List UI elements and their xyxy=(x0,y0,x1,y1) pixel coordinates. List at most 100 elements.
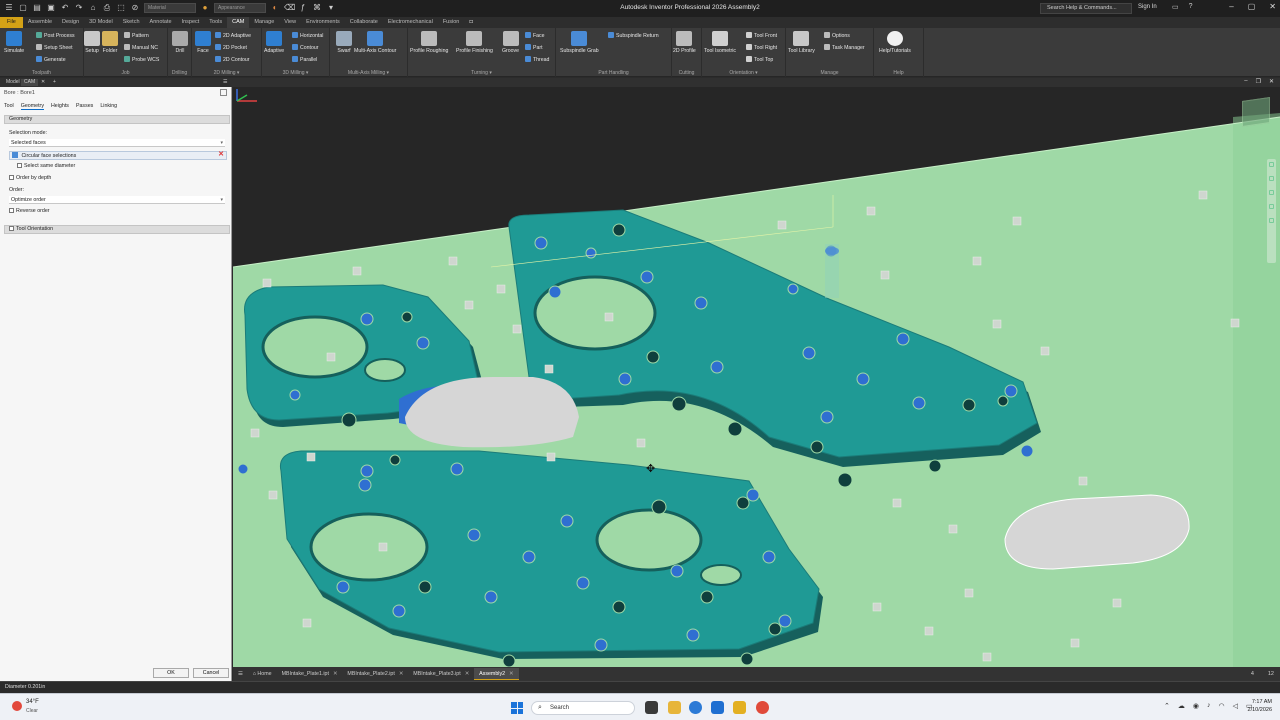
doc-restore-icon[interactable]: ❐ xyxy=(1256,78,1261,85)
tab-collaborate[interactable]: Collaborate xyxy=(345,17,383,28)
no-icon[interactable]: ⊘ xyxy=(130,3,140,13)
browser-menu-icon[interactable]: ☰ xyxy=(220,79,230,86)
undo-icon[interactable]: ↶ xyxy=(60,3,70,13)
dialog-tab-geometry[interactable]: Geometry xyxy=(20,103,44,110)
folder-button[interactable]: Folder xyxy=(102,31,118,54)
full-nav-wheel-icon[interactable] xyxy=(1269,162,1274,167)
chrome-icon[interactable] xyxy=(756,701,769,714)
options-button[interactable]: Options xyxy=(824,32,850,40)
profile-finishing-button[interactable]: Profile Finishing xyxy=(456,31,493,54)
subspindle-grab-button[interactable]: Subspindle Grab xyxy=(560,31,599,54)
tab-tools[interactable]: Tools xyxy=(204,17,227,28)
wifi-icon[interactable]: ◠ xyxy=(1218,702,1224,710)
tab-options-icon[interactable]: ◘ xyxy=(464,17,477,28)
generate-button[interactable]: Generate xyxy=(36,56,66,64)
horizontal-button[interactable]: Horizontal xyxy=(292,32,323,40)
multiaxis-contour-button[interactable]: Multi-Axis Contour xyxy=(354,31,396,54)
tab-sketch[interactable]: Sketch xyxy=(118,17,145,28)
setup-sheet-button[interactable]: Setup Sheet xyxy=(36,44,73,52)
contour-2d-button[interactable]: 2D Contour xyxy=(215,56,250,64)
help-tutorials-button[interactable]: Help/Tutorials xyxy=(879,31,911,54)
task-manager-button[interactable]: Task Manager xyxy=(824,44,865,52)
cart-icon[interactable]: ▭ xyxy=(1172,3,1179,11)
sign-in-link[interactable]: Sign In xyxy=(1138,4,1157,10)
tool-library-button[interactable]: Tool Library xyxy=(788,31,815,54)
open-icon[interactable]: ▤ xyxy=(32,3,42,13)
fx-icon[interactable]: ƒ xyxy=(298,3,308,13)
close-icon[interactable]: ✕ xyxy=(509,671,513,677)
tab-annotate[interactable]: Annotate xyxy=(145,17,177,28)
minimize-icon[interactable]: – xyxy=(1229,2,1233,11)
order-select[interactable]: Optimize order ▾ xyxy=(9,196,225,204)
groove-button[interactable]: Groove xyxy=(502,31,519,54)
tool-isometric-button[interactable]: Tool Isometric xyxy=(704,31,736,54)
doc-tab-plate2[interactable]: MBIntake_Plate2.ipt ✕ xyxy=(342,668,408,680)
part-button[interactable]: Part xyxy=(525,44,543,52)
dialog-tab-passes[interactable]: Passes xyxy=(76,103,93,110)
doc-close-icon[interactable]: ✕ xyxy=(1269,78,1274,85)
profile-roughing-button[interactable]: Profile Roughing xyxy=(410,31,448,54)
dialog-pin-icon[interactable] xyxy=(220,89,227,96)
clear-selection-icon[interactable]: ✕ xyxy=(218,151,224,158)
new-icon[interactable]: ▢ xyxy=(18,3,28,13)
profile-2d-button[interactable]: 2D Profile xyxy=(673,31,696,54)
clear-icon[interactable]: ⌫ xyxy=(284,3,295,13)
redo-icon[interactable]: ↷ xyxy=(74,3,84,13)
probe-wcs-button[interactable]: Probe WCS xyxy=(124,56,159,64)
subspindle-return-button[interactable]: Subspindle Return xyxy=(608,32,659,40)
thread-button[interactable]: Thread xyxy=(525,56,549,64)
group-label-orientation[interactable]: Orientation ▾ xyxy=(702,70,785,76)
selection-mode-select[interactable]: Selected faces ▾ xyxy=(9,139,225,147)
post-process-button[interactable]: Post Process xyxy=(36,32,75,40)
doc-tab-plate3[interactable]: MBIntake_Plate3.ipt ✕ xyxy=(408,668,474,680)
inventor-icon[interactable] xyxy=(733,701,746,714)
cloud-icon[interactable]: ☁ xyxy=(1178,702,1185,710)
pan-icon[interactable] xyxy=(1269,176,1274,181)
order-by-depth-checkbox[interactable]: Order by depth xyxy=(9,175,51,182)
orbit-icon[interactable] xyxy=(1269,204,1274,209)
model-scene[interactable] xyxy=(233,87,1280,667)
look-at-icon[interactable] xyxy=(1269,218,1274,223)
tab-assemble[interactable]: Assemble xyxy=(23,17,57,28)
simulate-button[interactable]: Simulate xyxy=(4,31,24,54)
doc-tab-assembly2[interactable]: Assembly2 ✕ xyxy=(474,668,519,680)
tab-model[interactable]: Model xyxy=(3,79,23,86)
adaptive-button[interactable]: Adaptive xyxy=(264,31,284,54)
ok-button[interactable]: OK xyxy=(153,668,189,678)
home-icon[interactable]: ⌂ xyxy=(88,3,98,13)
select-icon[interactable]: ⬚ xyxy=(116,3,126,13)
tab-design[interactable]: Design xyxy=(57,17,84,28)
group-label-turning[interactable]: Turning ▾ xyxy=(408,70,555,76)
face-button[interactable]: Face xyxy=(195,31,211,54)
chevron-up-icon[interactable]: ⌃ xyxy=(1164,702,1170,710)
manual-nc-button[interactable]: Manual NC xyxy=(124,44,158,52)
reverse-order-checkbox[interactable]: Reverse order xyxy=(9,208,50,215)
tab-fusion[interactable]: Fusion xyxy=(438,17,465,28)
doc-tab-plate1[interactable]: MBIntake_Plate1.ipt ✕ xyxy=(277,668,343,680)
app-menu-icon[interactable]: ☰ xyxy=(4,3,14,13)
cancel-button[interactable]: Cancel xyxy=(193,668,229,678)
swarf-button[interactable]: Swarf xyxy=(336,31,352,54)
edge-icon[interactable] xyxy=(689,701,702,714)
tool-top-button[interactable]: Tool Top xyxy=(746,56,773,64)
maximize-icon[interactable]: ▢ xyxy=(1248,2,1256,11)
save-icon[interactable]: ▣ xyxy=(46,3,56,13)
select-same-diameter-checkbox[interactable]: Select same diameter xyxy=(17,163,75,170)
tab-file[interactable]: File xyxy=(0,17,23,28)
add-tab-icon[interactable]: + xyxy=(50,79,59,86)
turning-face-button[interactable]: Face xyxy=(525,32,545,40)
pocket-2d-button[interactable]: 2D Pocket xyxy=(215,44,247,52)
taskbar-search[interactable]: ⌕ Search xyxy=(531,701,635,715)
tab-environments[interactable]: Environments xyxy=(301,17,345,28)
help-search-input[interactable]: Search Help & Commands... xyxy=(1040,3,1132,14)
tab-3d-model[interactable]: 3D Model xyxy=(84,17,118,28)
contour-button[interactable]: Contour xyxy=(292,44,318,52)
zoom-icon[interactable] xyxy=(1269,190,1274,195)
appearance-icon[interactable]: ● xyxy=(200,3,210,13)
location-icon[interactable]: ◉ xyxy=(1193,702,1199,710)
file-explorer-icon[interactable] xyxy=(668,701,681,714)
close-icon[interactable]: ✕ xyxy=(333,671,337,677)
drill-button[interactable]: Drill xyxy=(172,31,188,54)
tab-view[interactable]: View xyxy=(279,17,301,28)
dialog-tab-tool[interactable]: Tool xyxy=(4,103,14,110)
